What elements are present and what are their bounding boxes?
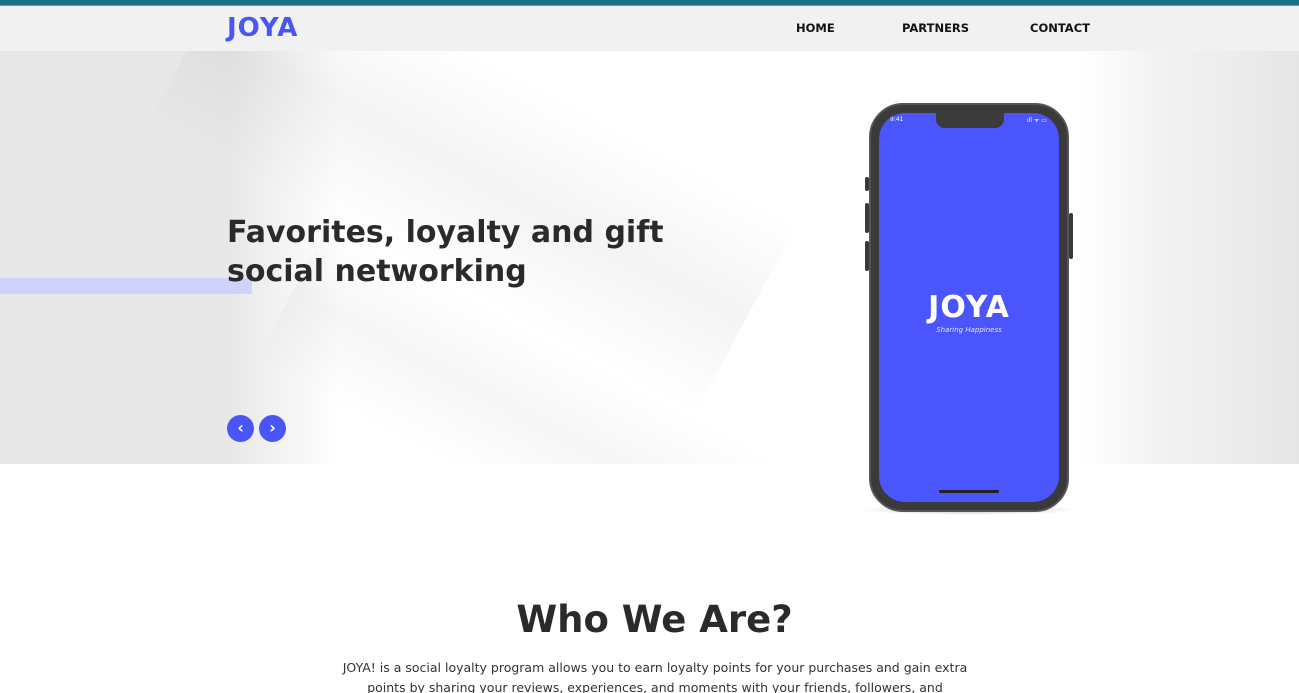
status-time: 9:41 (890, 116, 904, 123)
who-we-are-title: Who We Are? (516, 598, 793, 641)
hero-headline-line-1: Favorites, loyalty and gift (227, 215, 664, 250)
site-logo[interactable]: JOYA (227, 13, 298, 43)
phone-notch (936, 113, 1004, 128)
navbar: JOYA HOME PARTNERS CONTACT (0, 6, 1299, 51)
app-tagline: Sharing Happiness (936, 326, 1002, 334)
nav-partners-link[interactable]: PARTNERS (902, 21, 969, 35)
nav-home-link[interactable]: HOME (796, 21, 835, 35)
phone-screen: 9:41 ıll ᯤ ▭ JOYA Sharing Happiness (879, 113, 1059, 502)
app-logo: JOYA (928, 290, 1010, 325)
home-indicator (939, 490, 999, 493)
hero-headline: Favorites, loyalty and gift social netwo… (227, 213, 707, 291)
phone-side-button (865, 177, 869, 191)
phone-side-button (1069, 213, 1073, 259)
carousel-next-button[interactable]: › (259, 415, 286, 442)
carousel-prev-button[interactable]: ‹ (227, 415, 254, 442)
hero-headline-line-2: social networking (227, 254, 527, 289)
status-icons: ıll ᯤ ▭ (1027, 117, 1047, 124)
phone-mockup: 9:41 ıll ᯤ ▭ JOYA Sharing Happiness (865, 103, 1073, 512)
headline-highlight (0, 278, 252, 294)
nav-contact-link[interactable]: CONTACT (1030, 21, 1090, 35)
phone-side-button (865, 241, 869, 271)
phone-side-button (865, 203, 869, 233)
who-we-are-text: JOYA! is a social loyalty program allows… (342, 660, 968, 693)
